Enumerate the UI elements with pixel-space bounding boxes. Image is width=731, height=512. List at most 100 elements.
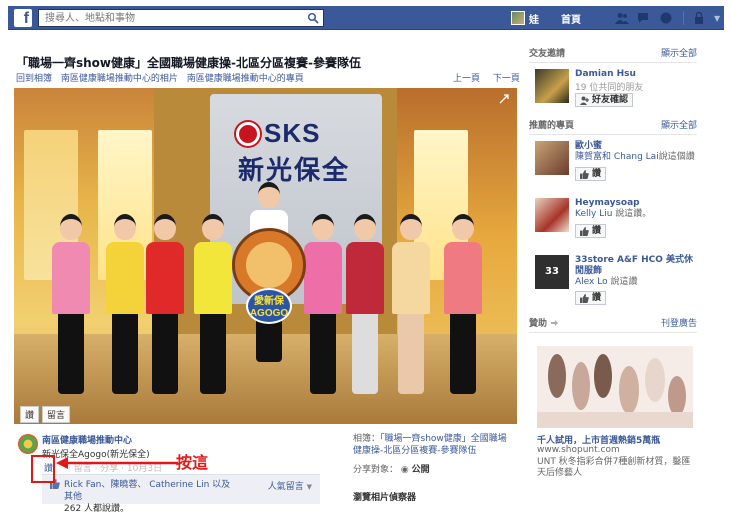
confirm-friend-label[interactable]: 好友確認 <box>592 94 628 106</box>
messages-icon[interactable] <box>637 12 651 24</box>
mutual-friends[interactable]: 19 位共同的朋友 <box>575 80 643 93</box>
friend-requests-header: 交友邀請 顯示全部 <box>529 45 697 63</box>
page-thumbnail[interactable] <box>535 141 569 175</box>
page-thumbnail[interactable]: 33 <box>535 255 569 289</box>
recommended-page-friends[interactable]: Alex Lo <box>575 277 608 287</box>
like-page-button[interactable]: 讚 <box>575 291 607 305</box>
likes-count[interactable]: 262 人都說讚。 <box>64 504 129 512</box>
friend-requests-icon[interactable] <box>615 12 629 24</box>
photo-title: 「職場一齊show健康」全國職場健康操-北區分區複賽-參賽隊伍 <box>16 56 361 70</box>
album-info: 相簿：「職場一齊show健康」全國職場健康操-北區分區複賽-參賽隊伍 <box>353 433 513 457</box>
photo-like-button[interactable]: 讚 <box>20 406 40 423</box>
right-sidebar: 交友邀請 顯示全部 Damian Hsu 19 位共同的朋友 好友確認 推薦的專… <box>529 45 697 478</box>
recommended-page-friends[interactable]: Kelly Liu <box>575 209 612 219</box>
album-label: 相簿： <box>353 434 381 444</box>
previous-photo-link[interactable]: 上一頁 <box>453 74 480 84</box>
recommended-page-social-text: 說這讚 <box>610 277 638 287</box>
thumbs-up-icon <box>580 169 589 179</box>
blue-bar: f 娃 首頁 ▼ <box>8 6 724 30</box>
friend-request-item: Damian Hsu 19 位共同的朋友 好友確認 <box>529 69 697 115</box>
thumbs-up-icon <box>580 293 589 303</box>
breadcrumb-page[interactable]: 南區健康職場推動中心的專頁 <box>187 74 304 84</box>
recommended-page-friends[interactable]: 陳賀富和 Chang Lai <box>575 152 659 162</box>
page-thumbnail[interactable] <box>535 198 569 232</box>
lion-mascot: 愛新保 AGOGO <box>232 228 306 328</box>
likes-summary: Rick Fan、陳曉蓉、 Catherine Lin 以及其他 262 人都說… <box>42 474 320 512</box>
photo-person <box>106 214 144 394</box>
chevron-down-icon[interactable]: ▼ <box>307 483 312 491</box>
top-comments-dropdown[interactable]: 人氣留言 ▼ <box>268 479 312 492</box>
topbar-separator <box>683 11 684 25</box>
sponsored-heading: 贊助 <box>529 319 548 329</box>
mascot-badge-line1: 愛新保 <box>254 296 284 307</box>
privacy-lock-icon[interactable] <box>692 12 706 24</box>
public-globe-icon[interactable]: ◉ <box>401 465 409 475</box>
photo-pager: 上一頁 下一頁 <box>453 71 520 84</box>
highlight-box <box>31 455 55 483</box>
photo-person <box>52 214 90 394</box>
photo-comment-button[interactable]: 留言 <box>42 406 71 423</box>
top-bar: f 娃 首頁 ▼ <box>0 0 731 34</box>
page-avatar[interactable] <box>18 434 38 454</box>
recommended-page-social-text: 說這個讚 <box>658 152 695 162</box>
confirm-friend-button[interactable]: 好友確認 <box>575 93 634 107</box>
breadcrumb-back-to-album[interactable]: 回到相簿 <box>16 74 52 84</box>
breadcrumb: 回到相簿 南區健康職場推動中心的相片 南區健康職場推動中心的專頁 <box>16 71 310 84</box>
search-box <box>38 9 324 27</box>
like-page-button[interactable]: 讚 <box>575 224 607 238</box>
like-page-label[interactable]: 讚 <box>592 225 601 237</box>
breadcrumb-page-photos[interactable]: 南區健康職場推動中心的相片 <box>61 74 178 84</box>
create-ad-link[interactable]: 刊登廣告 <box>661 315 697 333</box>
recommended-page-social: Kelly Liu 說這讚。 <box>575 209 697 220</box>
related-photos-heading: 瀏覽相片偵察器 <box>353 493 417 503</box>
recommended-page-item: 歐小蜜 陳賀富和 Chang Lai說這個讚 讚 <box>529 141 697 198</box>
annotation-label: 按這 <box>176 453 209 472</box>
share-label: 分享對象： <box>353 465 399 475</box>
search-input[interactable] <box>39 10 299 26</box>
friend-requests-see-all[interactable]: 顯示全部 <box>661 45 697 63</box>
photo-person <box>304 214 342 394</box>
home-link[interactable]: 首頁 <box>561 11 581 26</box>
sks-logo: SKS <box>236 118 320 149</box>
sponsored-header: 贊助 刊登廣告 <box>529 315 697 333</box>
photo-person <box>194 214 232 394</box>
photo-person <box>392 214 430 394</box>
recommended-pages-header: 推薦的專頁 顯示全部 <box>529 117 697 135</box>
likes-names[interactable]: Rick Fan、陳曉蓉、 Catherine Lin 以及其他 <box>64 480 230 502</box>
account-menu-caret-icon[interactable]: ▼ <box>714 14 720 23</box>
next-photo-link[interactable]: 下一頁 <box>493 74 520 84</box>
friend-avatar[interactable] <box>535 69 569 103</box>
main-photo[interactable]: SKS 新光保全 愛新保 AGOGO <box>14 88 517 424</box>
recommended-page-name[interactable]: Heymaysoap <box>575 198 697 209</box>
photo-person <box>346 214 384 394</box>
user-avatar[interactable] <box>511 11 525 25</box>
search-icon[interactable] <box>307 12 319 24</box>
mascot-badge-line2: AGOGO <box>249 308 289 319</box>
like-page-button[interactable]: 讚 <box>575 167 607 181</box>
like-page-label[interactable]: 讚 <box>592 168 601 180</box>
share-value[interactable]: 公開 <box>412 465 430 475</box>
ad-description: UNT 秋冬指彩合併7種創新材質，鑿匯天后修藝人 <box>537 457 691 478</box>
page-name-link[interactable]: 南區健康職場推動中心 <box>42 433 132 446</box>
recommended-page-social-text: 說這讚。 <box>615 209 652 219</box>
add-friend-icon <box>580 96 589 105</box>
recommended-page-item: Heymaysoap Kelly Liu 說這讚。 讚 <box>529 198 697 255</box>
notifications-globe-icon[interactable] <box>659 12 673 24</box>
like-page-label[interactable]: 讚 <box>592 292 601 304</box>
ad-info-icon[interactable] <box>550 319 559 327</box>
ad-url[interactable]: www.shopunt.com <box>537 445 620 455</box>
sks-circle-icon <box>236 122 260 146</box>
top-comments-label[interactable]: 人氣留言 <box>268 482 304 492</box>
recommended-page-item: 33 33store A&F HCO 美式休閒服飾 Alex Lo 說這讚 讚 <box>529 255 697 312</box>
ad-image[interactable] <box>537 346 693 428</box>
recommended-page-name[interactable]: 歐小蜜 <box>575 141 697 152</box>
user-name-link[interactable]: 娃 <box>529 11 539 26</box>
likes-text[interactable]: Rick Fan、陳曉蓉、 Catherine Lin 以及其他 262 人都說… <box>64 479 239 512</box>
recommended-page-name[interactable]: 33store A&F HCO 美式休閒服飾 <box>575 255 697 277</box>
recommended-pages-see-all[interactable]: 顯示全部 <box>661 117 697 135</box>
friend-name[interactable]: Damian Hsu <box>575 69 636 79</box>
photo-person <box>146 214 184 394</box>
friend-requests-heading: 交友邀請 <box>529 49 566 59</box>
expand-icon[interactable] <box>499 94 509 104</box>
facebook-logo-icon[interactable]: f <box>14 9 32 27</box>
